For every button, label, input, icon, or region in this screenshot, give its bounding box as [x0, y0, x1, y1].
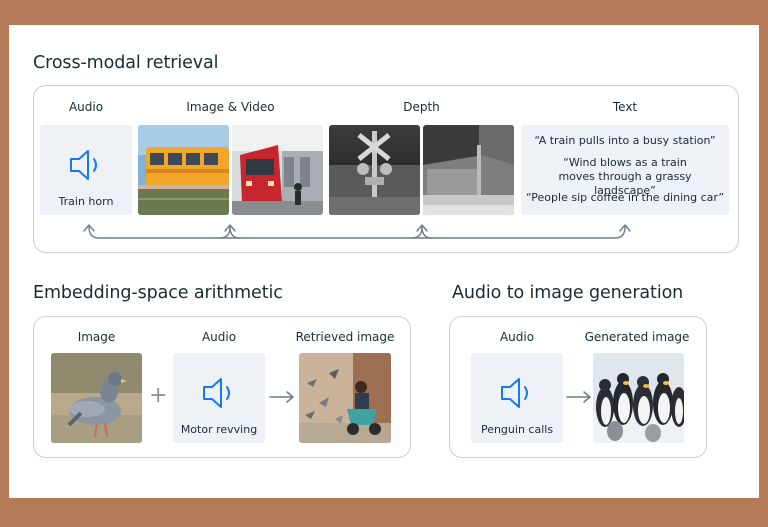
- depth-map-train: [423, 125, 514, 215]
- speaker-icon: [70, 150, 97, 180]
- arrow-right-icon: [269, 391, 294, 403]
- speaker-icon: [501, 378, 528, 408]
- retrieval-connector: [83, 224, 631, 239]
- text-quote-1: “A train pulls into a busy station”: [534, 134, 716, 147]
- train-photo-yellow: [138, 125, 229, 215]
- arrow-right-icon: [566, 391, 591, 403]
- retrieval-depth-label: Depth: [403, 100, 440, 114]
- generated-penguins-photo: [593, 353, 684, 443]
- train-photo-red: [232, 125, 323, 215]
- arithmetic-audio-label: Audio: [201, 330, 237, 344]
- retrieval-title: Cross-modal retrieval: [33, 53, 219, 73]
- generation-audio-label: Audio: [499, 330, 535, 344]
- retrieved-scooter-photo: [299, 353, 391, 443]
- arithmetic-audio-tile: Motor revving: [173, 353, 265, 443]
- figure-canvas: Cross-modal retrieval Audio Image & Vide…: [9, 25, 759, 498]
- speaker-icon: [203, 378, 230, 408]
- generation-audio-caption: Penguin calls: [480, 423, 554, 436]
- retrieval-text-tile: “A train pulls into a busy station” “Win…: [521, 125, 729, 215]
- arithmetic-title: Embedding-space arithmetic: [33, 283, 283, 303]
- arithmetic-retrieved-label: Retrieved image: [295, 330, 395, 344]
- retrieval-image-video-label: Image & Video: [186, 100, 275, 114]
- generation-generated-label: Generated image: [584, 330, 690, 344]
- depth-map-crossing: [329, 125, 420, 215]
- text-quote-3: “People sip coffee in the dining car”: [525, 191, 725, 204]
- plus-sign: +: [149, 383, 168, 408]
- arithmetic-audio-caption: Motor revving: [180, 423, 258, 436]
- retrieval-audio-tile: Train horn: [40, 125, 132, 215]
- arithmetic-image-label: Image: [77, 330, 116, 344]
- generation-audio-tile: Penguin calls: [471, 353, 563, 443]
- pigeon-photo: [51, 353, 142, 443]
- generation-title: Audio to image generation: [452, 283, 684, 303]
- retrieval-audio-label: Audio: [68, 100, 104, 114]
- retrieval-text-label: Text: [612, 100, 638, 114]
- retrieval-audio-caption: Train horn: [58, 195, 114, 208]
